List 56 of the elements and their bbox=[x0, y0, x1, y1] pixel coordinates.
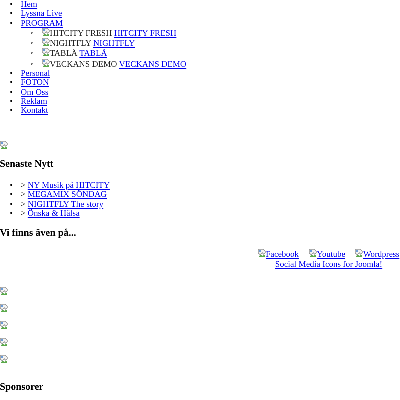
bullet: • bbox=[10, 69, 14, 78]
bullet: • bbox=[10, 208, 14, 218]
nav-link[interactable]: Kontakt bbox=[21, 105, 48, 116]
nav-link[interactable]: Personal bbox=[21, 68, 50, 78]
submenu-link[interactable]: HITCITY FRESH bbox=[114, 28, 177, 38]
broken-image-icon bbox=[0, 140, 8, 150]
broken-image-icon bbox=[258, 249, 266, 258]
broken-image-icon bbox=[0, 320, 8, 330]
section-heading: Vi finns även på... bbox=[0, 228, 78, 240]
bullet: ◦ bbox=[31, 39, 36, 48]
submenu-link[interactable]: VECKANS DEMO bbox=[119, 58, 187, 69]
broken-image-icon bbox=[309, 249, 318, 258]
bullet: • bbox=[10, 96, 14, 106]
bullet: ◦ bbox=[31, 49, 36, 59]
bullet: • bbox=[10, 181, 14, 190]
image-link[interactable]: TABLÅ bbox=[42, 48, 78, 58]
broken-image-icon bbox=[0, 286, 8, 296]
bullet: • bbox=[10, 88, 14, 97]
nav-link[interactable]: Lyssna Live bbox=[21, 8, 62, 18]
section-heading: Senaste Nytt bbox=[0, 158, 55, 171]
bullet: ◦ bbox=[31, 60, 36, 70]
social-link[interactable]: Youtube bbox=[309, 249, 346, 260]
arrow-prefix: > bbox=[21, 208, 26, 218]
nav-link[interactable]: PROGRAM bbox=[21, 18, 64, 28]
bullet: • bbox=[10, 78, 14, 88]
news-link[interactable]: MEGAMIX SÖNDAG bbox=[28, 189, 108, 200]
broken-image-icon bbox=[0, 304, 8, 313]
image-link[interactable]: HITCITY FRESH bbox=[42, 28, 112, 38]
nav-link[interactable]: Om Oss bbox=[21, 86, 49, 97]
bullet: • bbox=[10, 9, 14, 19]
arrow-prefix: > bbox=[21, 180, 26, 190]
bullet: • bbox=[10, 200, 14, 209]
broken-image-icon bbox=[0, 354, 8, 364]
bullet: ◦ bbox=[31, 28, 36, 38]
submenu-link[interactable]: NIGHTFLY bbox=[93, 38, 136, 48]
submenu-link[interactable]: TABLÅ bbox=[80, 48, 108, 58]
nav-link[interactable]: Hem bbox=[21, 0, 38, 9]
nav-link[interactable]: FOTON bbox=[21, 77, 50, 88]
broken-image-icon bbox=[0, 338, 8, 347]
social-link[interactable]: Wordpress bbox=[355, 249, 400, 260]
news-link[interactable]: Önska & Hälsa bbox=[28, 208, 80, 218]
broken-image-icon bbox=[355, 249, 364, 258]
bullet: • bbox=[10, 18, 14, 28]
social-link[interactable]: Facebook bbox=[258, 249, 300, 260]
image-link[interactable]: NIGHTFLY bbox=[42, 38, 92, 48]
section-heading: Sponsorer bbox=[0, 382, 45, 394]
arrow-prefix: > bbox=[21, 189, 26, 200]
credit-link[interactable]: Social Media Icons for Joomla! bbox=[275, 258, 383, 269]
bullet: • bbox=[10, 190, 14, 200]
nav-link[interactable]: Reklam bbox=[21, 96, 48, 106]
bullet: • bbox=[10, 0, 14, 10]
news-link[interactable]: NY Musik på HITCITY bbox=[28, 180, 110, 190]
image-link[interactable]: VECKANS DEMO bbox=[42, 58, 118, 69]
news-link[interactable]: NIGHTFLY The story bbox=[28, 198, 104, 209]
arrow-prefix: > bbox=[21, 198, 26, 209]
bullet: • bbox=[10, 106, 14, 116]
